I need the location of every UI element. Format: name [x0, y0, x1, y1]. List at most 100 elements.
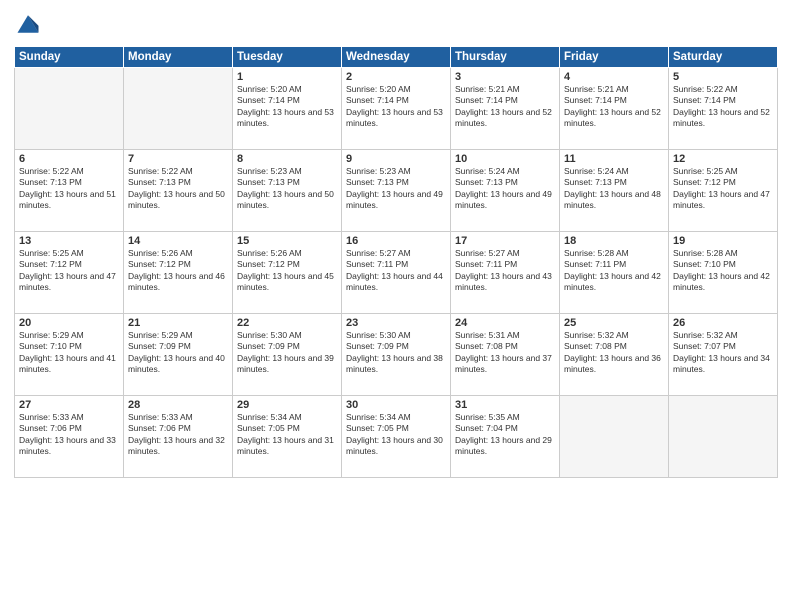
day-number: 6 — [19, 153, 119, 165]
day-number: 23 — [346, 317, 446, 329]
day-info: Sunrise: 5:23 AMSunset: 7:13 PMDaylight:… — [346, 166, 446, 212]
logo-icon — [14, 10, 42, 38]
calendar-cell: 28Sunrise: 5:33 AMSunset: 7:06 PMDayligh… — [124, 396, 233, 478]
calendar-cell: 9Sunrise: 5:23 AMSunset: 7:13 PMDaylight… — [342, 150, 451, 232]
page: SundayMondayTuesdayWednesdayThursdayFrid… — [0, 0, 792, 612]
calendar-cell: 12Sunrise: 5:25 AMSunset: 7:12 PMDayligh… — [669, 150, 778, 232]
day-number: 30 — [346, 399, 446, 411]
weekday-header: Thursday — [451, 47, 560, 68]
day-number: 11 — [564, 153, 664, 165]
calendar-cell: 15Sunrise: 5:26 AMSunset: 7:12 PMDayligh… — [233, 232, 342, 314]
day-number: 12 — [673, 153, 773, 165]
day-info: Sunrise: 5:20 AMSunset: 7:14 PMDaylight:… — [237, 84, 337, 130]
day-info: Sunrise: 5:34 AMSunset: 7:05 PMDaylight:… — [346, 412, 446, 458]
calendar-cell: 19Sunrise: 5:28 AMSunset: 7:10 PMDayligh… — [669, 232, 778, 314]
day-info: Sunrise: 5:23 AMSunset: 7:13 PMDaylight:… — [237, 166, 337, 212]
calendar-cell — [560, 396, 669, 478]
calendar-cell: 31Sunrise: 5:35 AMSunset: 7:04 PMDayligh… — [451, 396, 560, 478]
calendar-header: SundayMondayTuesdayWednesdayThursdayFrid… — [15, 47, 778, 68]
day-number: 16 — [346, 235, 446, 247]
day-info: Sunrise: 5:33 AMSunset: 7:06 PMDaylight:… — [19, 412, 119, 458]
calendar-cell: 21Sunrise: 5:29 AMSunset: 7:09 PMDayligh… — [124, 314, 233, 396]
day-info: Sunrise: 5:24 AMSunset: 7:13 PMDaylight:… — [564, 166, 664, 212]
day-number: 31 — [455, 399, 555, 411]
calendar-cell: 22Sunrise: 5:30 AMSunset: 7:09 PMDayligh… — [233, 314, 342, 396]
day-info: Sunrise: 5:24 AMSunset: 7:13 PMDaylight:… — [455, 166, 555, 212]
day-info: Sunrise: 5:22 AMSunset: 7:14 PMDaylight:… — [673, 84, 773, 130]
day-number: 24 — [455, 317, 555, 329]
calendar-cell: 6Sunrise: 5:22 AMSunset: 7:13 PMDaylight… — [15, 150, 124, 232]
calendar-cell: 18Sunrise: 5:28 AMSunset: 7:11 PMDayligh… — [560, 232, 669, 314]
day-number: 18 — [564, 235, 664, 247]
calendar-cell: 20Sunrise: 5:29 AMSunset: 7:10 PMDayligh… — [15, 314, 124, 396]
calendar-cell: 2Sunrise: 5:20 AMSunset: 7:14 PMDaylight… — [342, 68, 451, 150]
calendar-cell: 5Sunrise: 5:22 AMSunset: 7:14 PMDaylight… — [669, 68, 778, 150]
day-number: 21 — [128, 317, 228, 329]
day-info: Sunrise: 5:21 AMSunset: 7:14 PMDaylight:… — [564, 84, 664, 130]
calendar-cell: 27Sunrise: 5:33 AMSunset: 7:06 PMDayligh… — [15, 396, 124, 478]
day-number: 1 — [237, 71, 337, 83]
calendar-cell — [124, 68, 233, 150]
day-info: Sunrise: 5:30 AMSunset: 7:09 PMDaylight:… — [346, 330, 446, 376]
day-info: Sunrise: 5:27 AMSunset: 7:11 PMDaylight:… — [455, 248, 555, 294]
calendar-cell — [669, 396, 778, 478]
calendar-cell: 8Sunrise: 5:23 AMSunset: 7:13 PMDaylight… — [233, 150, 342, 232]
calendar-cell: 26Sunrise: 5:32 AMSunset: 7:07 PMDayligh… — [669, 314, 778, 396]
calendar-cell: 10Sunrise: 5:24 AMSunset: 7:13 PMDayligh… — [451, 150, 560, 232]
day-number: 17 — [455, 235, 555, 247]
calendar-cell — [15, 68, 124, 150]
day-number: 14 — [128, 235, 228, 247]
day-info: Sunrise: 5:30 AMSunset: 7:09 PMDaylight:… — [237, 330, 337, 376]
day-info: Sunrise: 5:26 AMSunset: 7:12 PMDaylight:… — [128, 248, 228, 294]
day-number: 25 — [564, 317, 664, 329]
day-number: 10 — [455, 153, 555, 165]
calendar-cell: 7Sunrise: 5:22 AMSunset: 7:13 PMDaylight… — [124, 150, 233, 232]
day-info: Sunrise: 5:22 AMSunset: 7:13 PMDaylight:… — [19, 166, 119, 212]
calendar-week: 1Sunrise: 5:20 AMSunset: 7:14 PMDaylight… — [15, 68, 778, 150]
calendar-week: 20Sunrise: 5:29 AMSunset: 7:10 PMDayligh… — [15, 314, 778, 396]
calendar-cell: 3Sunrise: 5:21 AMSunset: 7:14 PMDaylight… — [451, 68, 560, 150]
day-number: 19 — [673, 235, 773, 247]
day-number: 4 — [564, 71, 664, 83]
day-number: 5 — [673, 71, 773, 83]
calendar: SundayMondayTuesdayWednesdayThursdayFrid… — [14, 46, 778, 478]
calendar-cell: 11Sunrise: 5:24 AMSunset: 7:13 PMDayligh… — [560, 150, 669, 232]
header — [14, 10, 778, 38]
calendar-week: 27Sunrise: 5:33 AMSunset: 7:06 PMDayligh… — [15, 396, 778, 478]
day-info: Sunrise: 5:32 AMSunset: 7:08 PMDaylight:… — [564, 330, 664, 376]
day-info: Sunrise: 5:25 AMSunset: 7:12 PMDaylight:… — [19, 248, 119, 294]
logo — [14, 10, 46, 38]
day-info: Sunrise: 5:29 AMSunset: 7:10 PMDaylight:… — [19, 330, 119, 376]
weekday-header: Friday — [560, 47, 669, 68]
calendar-week: 13Sunrise: 5:25 AMSunset: 7:12 PMDayligh… — [15, 232, 778, 314]
day-info: Sunrise: 5:31 AMSunset: 7:08 PMDaylight:… — [455, 330, 555, 376]
calendar-cell: 16Sunrise: 5:27 AMSunset: 7:11 PMDayligh… — [342, 232, 451, 314]
calendar-cell: 24Sunrise: 5:31 AMSunset: 7:08 PMDayligh… — [451, 314, 560, 396]
day-number: 29 — [237, 399, 337, 411]
weekday-header: Saturday — [669, 47, 778, 68]
day-info: Sunrise: 5:28 AMSunset: 7:10 PMDaylight:… — [673, 248, 773, 294]
weekday-row: SundayMondayTuesdayWednesdayThursdayFrid… — [15, 47, 778, 68]
weekday-header: Sunday — [15, 47, 124, 68]
day-number: 2 — [346, 71, 446, 83]
day-number: 3 — [455, 71, 555, 83]
day-info: Sunrise: 5:25 AMSunset: 7:12 PMDaylight:… — [673, 166, 773, 212]
day-info: Sunrise: 5:34 AMSunset: 7:05 PMDaylight:… — [237, 412, 337, 458]
calendar-cell: 30Sunrise: 5:34 AMSunset: 7:05 PMDayligh… — [342, 396, 451, 478]
day-info: Sunrise: 5:22 AMSunset: 7:13 PMDaylight:… — [128, 166, 228, 212]
weekday-header: Monday — [124, 47, 233, 68]
day-info: Sunrise: 5:35 AMSunset: 7:04 PMDaylight:… — [455, 412, 555, 458]
weekday-header: Tuesday — [233, 47, 342, 68]
day-info: Sunrise: 5:27 AMSunset: 7:11 PMDaylight:… — [346, 248, 446, 294]
day-number: 15 — [237, 235, 337, 247]
day-number: 20 — [19, 317, 119, 329]
day-info: Sunrise: 5:29 AMSunset: 7:09 PMDaylight:… — [128, 330, 228, 376]
calendar-cell: 4Sunrise: 5:21 AMSunset: 7:14 PMDaylight… — [560, 68, 669, 150]
weekday-header: Wednesday — [342, 47, 451, 68]
day-number: 26 — [673, 317, 773, 329]
calendar-week: 6Sunrise: 5:22 AMSunset: 7:13 PMDaylight… — [15, 150, 778, 232]
calendar-cell: 1Sunrise: 5:20 AMSunset: 7:14 PMDaylight… — [233, 68, 342, 150]
day-number: 7 — [128, 153, 228, 165]
day-info: Sunrise: 5:20 AMSunset: 7:14 PMDaylight:… — [346, 84, 446, 130]
day-number: 22 — [237, 317, 337, 329]
